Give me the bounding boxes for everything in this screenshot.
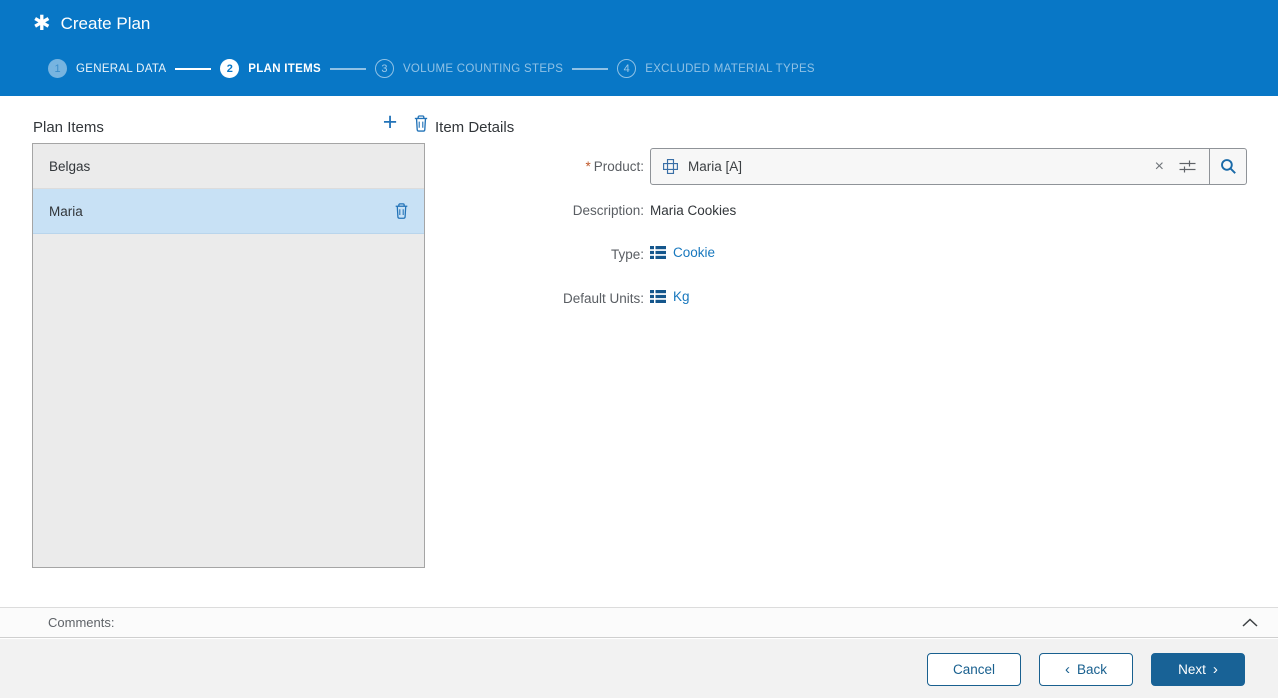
search-icon	[1220, 159, 1236, 174]
list-icon	[650, 246, 666, 259]
plan-items-heading: Plan Items	[33, 119, 104, 136]
cancel-button[interactable]: Cancel	[927, 653, 1021, 686]
asterisk-icon: ✱	[33, 12, 51, 35]
step-label: VOLUME COUNTING STEPS	[402, 62, 564, 75]
step-label: EXCLUDED MATERIAL TYPES	[645, 62, 815, 75]
item-details-heading: Item Details	[435, 119, 515, 136]
comments-section-header[interactable]: Comments:	[0, 607, 1278, 638]
step-volume-counting-steps[interactable]: 3 VOLUME COUNTING STEPS	[374, 59, 564, 78]
footer-bar: Cancel ‹ Back Next ›	[0, 639, 1278, 698]
trash-icon	[395, 202, 407, 219]
plan-items-list: Belgas Maria	[32, 143, 425, 568]
step-number-badge: 4	[617, 59, 637, 78]
step-plan-items[interactable]: 2 PLAN ITEMS	[220, 59, 321, 78]
step-general-data[interactable]: 1 GENERAL DATA	[48, 59, 166, 78]
delete-row-button[interactable]	[392, 202, 410, 221]
page-title: Create Plan	[60, 13, 151, 33]
list-item-belgas[interactable]: Belgas	[33, 144, 424, 189]
step-number-badge: 2	[220, 59, 240, 78]
description-value: Maria Cookies	[650, 203, 737, 218]
product-icon	[651, 158, 688, 175]
delete-plan-item-button[interactable]	[411, 114, 431, 134]
wizard-steps: 1 GENERAL DATA 2 PLAN ITEMS 3 VOLUME COU…	[48, 59, 815, 78]
default-units-value-row: Kg	[650, 289, 690, 304]
back-button[interactable]: ‹ Back	[1039, 653, 1133, 686]
step-connector	[329, 67, 366, 70]
step-label: PLAN ITEMS	[248, 62, 321, 75]
chevron-left-icon: ‹	[1064, 661, 1070, 678]
next-label: Next	[1178, 662, 1206, 677]
next-button[interactable]: Next ›	[1151, 653, 1245, 686]
default-units-value-link[interactable]: Kg	[673, 289, 690, 304]
chevron-up-icon	[1242, 618, 1258, 627]
step-label: GENERAL DATA	[76, 62, 167, 75]
back-label: Back	[1076, 662, 1107, 677]
step-number-badge: 3	[374, 59, 394, 78]
type-value-row: Cookie	[650, 245, 715, 260]
description-label: Description:	[572, 203, 644, 218]
header-title-row: ✱ Create Plan	[33, 13, 150, 34]
add-plan-item-button[interactable]: +	[376, 108, 404, 136]
plan-item-name: Belgas	[49, 158, 91, 174]
list-icon	[650, 290, 666, 303]
type-label: Type:	[610, 247, 644, 262]
step-number-badge: 1	[48, 59, 67, 78]
app-header: ✱ Create Plan 1 GENERAL DATA 2 PLAN ITEM…	[0, 0, 1278, 96]
type-value-link[interactable]: Cookie	[673, 245, 715, 260]
step-connector	[175, 67, 212, 70]
product-value[interactable]: Maria [A]	[688, 159, 1145, 174]
default-units-label: Default Units:	[562, 291, 644, 306]
product-label: * Product:	[585, 159, 644, 174]
chevron-right-icon: ›	[1212, 661, 1218, 678]
plan-item-name: Maria	[49, 203, 83, 219]
step-connector	[572, 67, 609, 70]
cancel-label: Cancel	[952, 662, 996, 677]
collapse-comments-button[interactable]	[1242, 618, 1258, 627]
clear-icon[interactable]: ×	[1145, 158, 1174, 175]
product-field[interactable]: Maria [A] ×	[650, 148, 1247, 185]
tune-icon[interactable]	[1174, 159, 1209, 174]
required-marker: *	[585, 159, 591, 174]
list-item-maria[interactable]: Maria	[33, 189, 424, 234]
comments-label: Comments:	[48, 615, 115, 630]
step-excluded-material-types[interactable]: 4 EXCLUDED MATERIAL TYPES	[617, 59, 815, 78]
search-button[interactable]	[1209, 149, 1246, 184]
trash-icon	[414, 115, 428, 132]
